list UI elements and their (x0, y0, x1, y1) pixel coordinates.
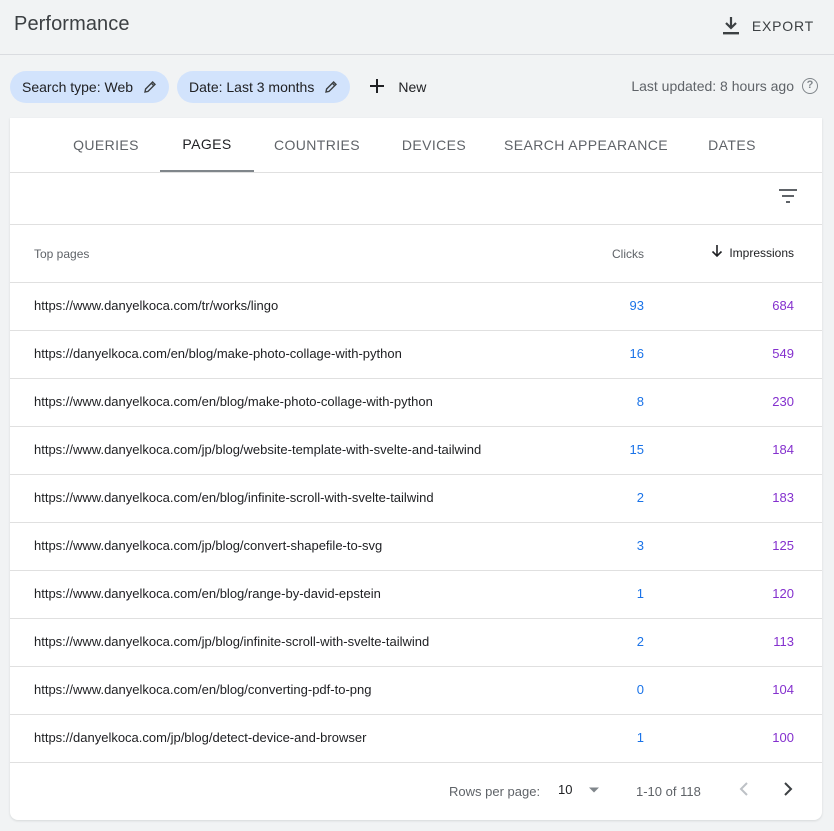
impressions-header-label: Impressions (729, 245, 794, 260)
table-row[interactable]: https://www.danyelkoca.com/jp/blog/websi… (10, 427, 822, 475)
table-row[interactable]: https://danyelkoca.com/en/blog/make-phot… (10, 331, 822, 379)
plus-icon (370, 78, 385, 96)
date-label: Date: Last 3 months (189, 79, 315, 95)
page-url: https://www.danyelkoca.com/tr/works/ling… (34, 298, 279, 313)
table-header: Top pages Clicks Impressions (10, 225, 822, 283)
search-type-label: Search type: Web (22, 79, 134, 95)
rows-per-page-label: Rows per page: (449, 784, 541, 799)
clicks-value: 16 (629, 346, 644, 361)
help-icon[interactable]: ? (802, 78, 818, 94)
table-body: https://www.danyelkoca.com/tr/works/ling… (10, 283, 822, 763)
clicks-value: 0 (636, 682, 644, 697)
table-row[interactable]: https://danyelkoca.com/jp/blog/detect-de… (10, 715, 822, 763)
table-toolbar (10, 173, 822, 225)
impressions-value: 113 (773, 634, 794, 649)
impressions-value: 183 (772, 490, 794, 505)
page-url: https://www.danyelkoca.com/jp/blog/websi… (34, 442, 482, 457)
tab-countries[interactable]: COUNTRIES (262, 118, 372, 172)
search-type-chip[interactable]: Search type: Web (10, 71, 170, 103)
clicks-value: 2 (636, 490, 644, 505)
chevron-right-icon[interactable] (783, 781, 793, 800)
impressions-value: 684 (772, 298, 794, 313)
table-row[interactable]: https://www.danyelkoca.com/en/blog/make-… (10, 379, 822, 427)
page-range: 1-10 of 118 (636, 784, 701, 799)
tab-pages[interactable]: PAGES (160, 118, 254, 172)
rows-per-page-value: 10 (558, 782, 573, 797)
arrow-down-icon (711, 245, 723, 260)
date-chip[interactable]: Date: Last 3 months (177, 71, 351, 103)
clicks-value: 15 (629, 442, 644, 457)
table-row[interactable]: https://www.danyelkoca.com/en/blog/conve… (10, 667, 822, 715)
new-filter-label: New (398, 79, 427, 95)
new-filter-button[interactable]: New (360, 71, 436, 103)
clicks-value: 1 (636, 586, 644, 601)
last-updated: Last updated: 8 hours ago ? (631, 78, 818, 94)
top-bar: Performance EXPORT (0, 0, 834, 55)
table-row[interactable]: https://www.danyelkoca.com/en/blog/range… (10, 571, 822, 619)
impressions-value: 230 (772, 394, 794, 409)
page-url: https://danyelkoca.com/en/blog/make-phot… (34, 346, 402, 361)
filter-bar: Search type: Web Date: Last 3 months New (10, 71, 436, 103)
page-url: https://www.danyelkoca.com/en/blog/make-… (34, 394, 433, 409)
impressions-value: 104 (772, 682, 794, 697)
page-url: https://www.danyelkoca.com/en/blog/infin… (34, 490, 434, 505)
edit-pencil-icon (143, 80, 157, 94)
page-url: https://www.danyelkoca.com/jp/blog/infin… (34, 634, 430, 649)
tab-queries[interactable]: QUERIES (60, 118, 152, 172)
clicks-value: 3 (636, 538, 644, 553)
tab-dates[interactable]: DATES (696, 118, 768, 172)
download-icon (722, 16, 740, 36)
rows-per-page-select[interactable]: 10 (558, 782, 600, 797)
table-row[interactable]: https://www.danyelkoca.com/jp/blog/conve… (10, 523, 822, 571)
clicks-value: 2 (636, 634, 644, 649)
tab-search-appearance[interactable]: SEARCH APPEARANCE (500, 118, 672, 172)
export-button[interactable]: EXPORT (722, 15, 814, 37)
pagination: Rows per page: 10 1-10 of 118 (10, 763, 822, 818)
filter-list-icon[interactable] (778, 188, 798, 209)
clicks-value: 1 (636, 730, 644, 745)
column-header-top-pages[interactable]: Top pages (34, 247, 89, 261)
impressions-value: 125 (772, 538, 794, 553)
results-card: QUERIES PAGES COUNTRIES DEVICES SEARCH A… (10, 118, 822, 820)
edit-pencil-icon (324, 80, 338, 94)
page-url: https://danyelkoca.com/jp/blog/detect-de… (34, 730, 367, 745)
impressions-value: 100 (772, 730, 794, 745)
table-row[interactable]: https://www.danyelkoca.com/jp/blog/infin… (10, 619, 822, 667)
page-url: https://www.danyelkoca.com/jp/blog/conve… (34, 538, 383, 553)
tab-bar: QUERIES PAGES COUNTRIES DEVICES SEARCH A… (10, 118, 822, 173)
impressions-value: 184 (772, 442, 794, 457)
page-title: Performance (14, 13, 130, 35)
export-label: EXPORT (751, 18, 814, 34)
column-header-impressions[interactable]: Impressions (711, 245, 794, 260)
dropdown-arrow-icon (588, 782, 600, 797)
clicks-value: 93 (629, 298, 644, 313)
page-url: https://www.danyelkoca.com/en/blog/conve… (34, 682, 372, 697)
impressions-value: 120 (772, 586, 794, 601)
chevron-left-icon[interactable] (739, 781, 749, 800)
page-url: https://www.danyelkoca.com/en/blog/range… (34, 586, 381, 601)
table-row[interactable]: https://www.danyelkoca.com/en/blog/infin… (10, 475, 822, 523)
column-header-clicks[interactable]: Clicks (612, 247, 644, 261)
clicks-value: 8 (636, 394, 644, 409)
tab-devices[interactable]: DEVICES (390, 118, 478, 172)
table-row[interactable]: https://www.danyelkoca.com/tr/works/ling… (10, 283, 822, 331)
impressions-value: 549 (772, 346, 794, 361)
last-updated-text: Last updated: 8 hours ago (631, 78, 794, 94)
